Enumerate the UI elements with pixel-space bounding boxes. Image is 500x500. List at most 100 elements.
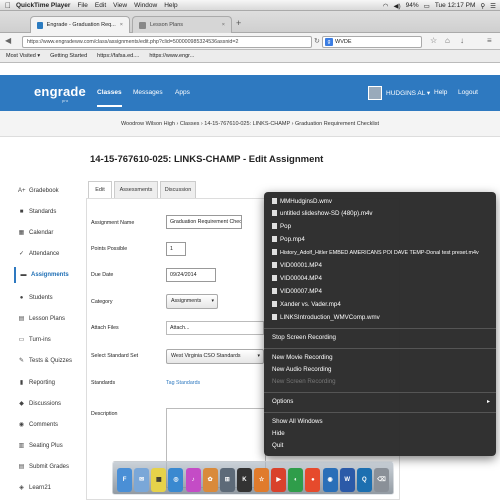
nav-classes[interactable]: Classes: [97, 89, 122, 107]
sidebar-item-calendar[interactable]: ▦ Calendar: [14, 225, 84, 241]
notification-icon[interactable]: ☰: [490, 2, 496, 10]
battery-percent[interactable]: 94%: [406, 2, 419, 9]
assignment-name-field[interactable]: Graduation Requirement Checl: [166, 215, 242, 229]
sidebar-item-turn-ins[interactable]: ▭ Turn-ins: [14, 332, 84, 348]
menu-help[interactable]: Help: [164, 2, 177, 9]
sidebar-item-reporting[interactable]: ▮ Reporting: [14, 375, 84, 391]
sidebar-item-label: Reporting: [29, 380, 56, 386]
breadcrumb[interactable]: Woodrow Wilson High › Classes › 14-15-76…: [0, 111, 500, 137]
nav-apps[interactable]: Apps: [175, 89, 190, 96]
sidebar-item-comments[interactable]: ◉ Comments: [14, 417, 84, 433]
bookmark-star-icon[interactable]: ☆: [430, 36, 437, 45]
points-field[interactable]: 1: [166, 242, 186, 256]
tab-edit[interactable]: Edit: [88, 181, 112, 198]
recent-file-item[interactable]: LINKSIntroduction_WMVComp.wmv: [272, 314, 380, 321]
download-icon[interactable]: ↓: [460, 36, 464, 45]
bookmark-most-visited[interactable]: Most Visited ▾: [6, 53, 40, 59]
app-store-icon[interactable]: ⊞: [219, 468, 235, 492]
sidebar-item-learn21[interactable]: ◈ Learn21: [14, 480, 84, 496]
hide-item[interactable]: Hide: [272, 430, 285, 437]
menubar-clock[interactable]: Tue 12:17 PM: [435, 2, 476, 9]
new-audio-recording-item[interactable]: New Audio Recording: [272, 366, 332, 373]
url-field[interactable]: https://www.engradeww.com/class/assignme…: [22, 36, 312, 48]
recent-file-item[interactable]: Pop.mp4: [272, 236, 305, 243]
sidebar-item-submit-grades[interactable]: ▤ Submit Grades: [14, 459, 84, 475]
finder-icon[interactable]: F: [117, 468, 133, 492]
kindle-icon[interactable]: K: [236, 468, 252, 492]
sidebar-item-assignments[interactable]: ▬ Assignments: [14, 267, 84, 283]
menu-window[interactable]: Window: [134, 2, 157, 9]
logo-text: engrade: [34, 84, 86, 99]
recent-file-item[interactable]: Xander vs. Vader.mp4: [272, 301, 341, 308]
help-link[interactable]: Help: [434, 89, 447, 96]
tab-discussion[interactable]: Discussion: [160, 181, 196, 198]
bookmark-fafsa[interactable]: https://fafsa.ed....: [97, 53, 139, 59]
ibooks-icon[interactable]: ☆: [254, 468, 270, 492]
mac-menubar:  QuickTime Player File Edit View Window…: [0, 0, 500, 11]
quit-item[interactable]: Quit: [272, 442, 283, 449]
recent-file-item[interactable]: VID00004.MP4: [272, 275, 322, 282]
menu-icon[interactable]: ≡: [487, 36, 492, 45]
quicktime-icon[interactable]: Q: [356, 468, 372, 492]
sidebar-item-standards[interactable]: ■ Standards: [14, 204, 84, 220]
stop-screen-recording-item[interactable]: Stop Screen Recording: [272, 334, 336, 341]
tag-standards-link[interactable]: Tag Standards: [166, 380, 200, 386]
safari-icon[interactable]: ◎: [168, 468, 184, 492]
category-select[interactable]: Assignments ▾: [166, 294, 218, 309]
sidebar-item-gradebook[interactable]: A+ Gradebook: [14, 183, 84, 199]
chrome-icon[interactable]: ◉: [322, 468, 338, 492]
notes-icon[interactable]: ▦: [151, 468, 167, 492]
close-icon[interactable]: ×: [222, 22, 225, 28]
standard-set-select[interactable]: West Virginia CSO Standards ▾: [166, 349, 264, 364]
search-icon[interactable]: ⚲: [480, 2, 485, 10]
firefox-icon[interactable]: ●: [305, 468, 321, 492]
menu-item-label: LINKSIntroduction_WMVComp.wmv: [280, 314, 380, 321]
recent-file-item[interactable]: MMHudginsD.wmv: [272, 198, 332, 205]
sidebar-item-attendance[interactable]: ✓ Attendance: [14, 246, 84, 262]
wifi-icon[interactable]: ◠: [383, 2, 389, 10]
nav-messages[interactable]: Messages: [133, 89, 163, 96]
volume-icon[interactable]: ◀): [393, 2, 400, 10]
recent-file-item[interactable]: untitled slideshow-SD (480p).m4v: [272, 210, 373, 217]
new-tab-button[interactable]: +: [236, 18, 241, 28]
new-movie-recording-item[interactable]: New Movie Recording: [272, 354, 333, 361]
browser-tab-lesson-plans[interactable]: Lesson Plans ×: [132, 16, 232, 33]
bookmark-engrade[interactable]: https://www.engr...: [149, 53, 194, 59]
word-icon[interactable]: W: [339, 468, 355, 492]
home-icon[interactable]: ⌂: [445, 36, 450, 45]
photos-icon[interactable]: ✿: [202, 468, 218, 492]
attach-files-field[interactable]: Attach...: [166, 321, 264, 335]
user-menu[interactable]: HUDGINS AL ▾: [368, 85, 430, 101]
mail-icon[interactable]: ✉: [134, 468, 150, 492]
show-all-windows-item[interactable]: Show All Windows: [272, 418, 323, 425]
media-player-icon[interactable]: ▶: [271, 468, 287, 492]
itunes-icon[interactable]: ♪: [185, 468, 201, 492]
tab-assessments[interactable]: Assessments: [114, 181, 158, 198]
sidebar-item-discussions[interactable]: ◆ Discussions: [14, 396, 84, 412]
logout-link[interactable]: Logout: [458, 89, 478, 96]
recent-file-item[interactable]: VID00007.MP4: [272, 288, 322, 295]
options-item[interactable]: Options: [272, 398, 293, 405]
sidebar-item-students[interactable]: ● Students: [14, 290, 84, 306]
sidebar-item-tests-quizzes[interactable]: ✎ Tests & Quizzes: [14, 353, 84, 369]
menu-app-quicktime[interactable]: QuickTime Player: [16, 2, 70, 9]
sidebar-item-lesson-plans[interactable]: ▤ Lesson Plans: [14, 311, 84, 327]
back-arrow-icon[interactable]: ◀: [5, 36, 11, 45]
engrade-logo[interactable]: engrade pro: [34, 84, 86, 103]
bookmark-getting-started[interactable]: Getting Started: [50, 53, 87, 59]
search-input[interactable]: g WVDE: [322, 36, 422, 48]
due-date-field[interactable]: 09/24/2014: [166, 268, 216, 282]
trash-icon[interactable]: ⌫: [373, 468, 389, 492]
browser-tab-engrade[interactable]: Engrade - Graduation Req... ×: [30, 16, 130, 33]
apple-icon[interactable]: : [0, 1, 16, 10]
sidebar-item-seating-plus[interactable]: ▥ Seating Plus: [14, 438, 84, 454]
reload-icon[interactable]: ↻: [314, 37, 320, 45]
close-icon[interactable]: ×: [120, 22, 123, 28]
recent-file-item[interactable]: Pop: [272, 223, 291, 230]
menu-view[interactable]: View: [113, 2, 127, 9]
menu-file[interactable]: File: [77, 2, 87, 9]
recent-file-item[interactable]: History_Adolf_Hitler EMBED AMERICANS POI…: [272, 249, 479, 256]
facetime-icon[interactable]: ◐: [288, 468, 304, 492]
recent-file-item[interactable]: VID00001.MP4: [272, 262, 322, 269]
menu-edit[interactable]: Edit: [95, 2, 106, 9]
